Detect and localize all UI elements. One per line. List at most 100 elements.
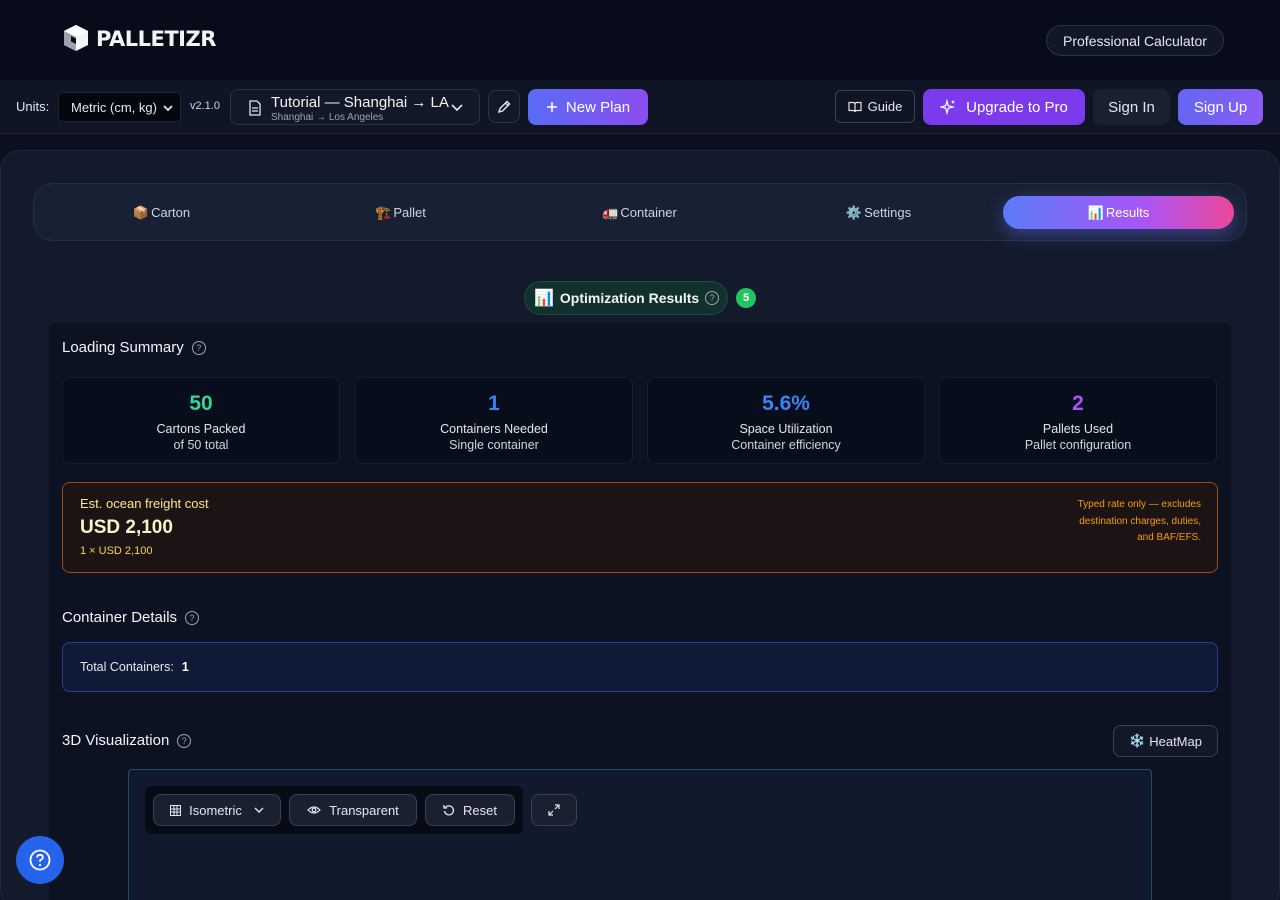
sign-up-button[interactable]: Sign Up <box>1178 89 1263 125</box>
total-containers-label: Total Containers: <box>80 660 174 674</box>
truck-icon: 🚛 <box>602 204 619 220</box>
tab-label: Results <box>1105 205 1150 220</box>
loading-summary-heading: Loading Summary ? <box>62 339 206 356</box>
upgrade-label: Upgrade to Pro <box>966 98 1068 116</box>
tab-label: Container <box>620 205 677 220</box>
new-plan-button[interactable]: New Plan <box>528 89 648 125</box>
visualization-title: 3D Visualization <box>62 732 170 749</box>
professional-calculator-badge[interactable]: Professional Calculator <box>1046 25 1224 56</box>
tab-label: Carton <box>151 205 191 220</box>
upgrade-to-pro-button[interactable]: Upgrade to Pro <box>923 89 1085 125</box>
plus-icon <box>546 102 557 112</box>
tab-carton[interactable]: 📦 Carton <box>46 196 277 229</box>
stat-label: Pallets Used <box>1042 422 1114 436</box>
help-circle-icon <box>29 849 51 871</box>
guide-label: Guide <box>867 99 903 114</box>
sign-in-button[interactable]: Sign In <box>1093 89 1170 125</box>
new-plan-label: New Plan <box>565 98 631 116</box>
bar-chart-icon: 📊 <box>1087 204 1104 220</box>
chevron-down-icon <box>451 104 463 112</box>
freight-cost-panel: Est. ocean freight cost USD 2,100 1 × US… <box>62 482 1218 573</box>
units-label: Units: <box>16 99 50 114</box>
snowflake-icon: ❄️ <box>1129 733 1146 748</box>
total-containers-value: 1 <box>181 660 189 674</box>
brand-logo[interactable]: PALLETIZR <box>62 23 216 55</box>
transparent-toggle[interactable]: Transparent <box>289 794 417 826</box>
stat-sublabel: of 50 total <box>173 438 229 452</box>
help-circle-icon[interactable]: ? <box>185 610 200 625</box>
step-tabs: 📦 Carton 🏗️ Pallet 🚛 Container ⚙️ Settin… <box>33 183 1247 241</box>
tab-label: Pallet <box>393 205 426 220</box>
reset-label: Reset <box>463 802 497 818</box>
stat-value: 5.6% <box>762 392 810 415</box>
grid-icon <box>170 804 182 816</box>
help-fab-button[interactable] <box>16 836 64 884</box>
freight-cost-value: USD 2,100 <box>80 517 173 538</box>
stat-value: 50 <box>189 392 213 415</box>
stat-containers-needed: 1 Containers Needed Single container <box>355 377 633 464</box>
plan-route: Shanghai → Los Angeles <box>271 112 384 123</box>
fullscreen-button[interactable] <box>531 794 577 826</box>
stat-value: 1 <box>488 392 500 415</box>
stat-label: Containers Needed <box>440 422 548 436</box>
pencil-icon <box>497 100 511 113</box>
freight-cost-note: Typed rate only — excludes destination c… <box>1077 499 1201 543</box>
stat-label: Cartons Packed <box>156 422 246 436</box>
optimization-results-title: Optimization Results <box>559 290 700 306</box>
box-icon: 📦 <box>132 204 150 220</box>
crane-icon: 🏗️ <box>375 204 392 220</box>
help-circle-icon[interactable]: ? <box>177 733 192 748</box>
visualization-heading: 3D Visualization ? <box>62 732 192 749</box>
stat-value: 2 <box>1072 392 1084 415</box>
rotate-ccw-icon <box>443 805 455 816</box>
stat-sublabel: Single container <box>449 438 539 452</box>
version-label: v2.1.0 <box>190 100 220 112</box>
tab-label: Settings <box>864 205 912 220</box>
logo-cube-icon <box>64 25 88 51</box>
expand-icon <box>548 804 560 816</box>
view-mode-select[interactable]: Isometric <box>153 794 281 826</box>
help-circle-icon[interactable]: ? <box>191 340 206 355</box>
stat-sublabel: Pallet configuration <box>1024 438 1132 452</box>
total-containers-row: Total Containers: 1 <box>62 642 1218 692</box>
view-mode-value: Isometric <box>189 802 242 818</box>
tab-results[interactable]: 📊 Results <box>1003 196 1234 229</box>
chevron-down-icon <box>163 105 173 112</box>
stat-sublabel: Container efficiency <box>731 438 841 452</box>
sparkles-icon <box>940 99 956 115</box>
reset-view-button[interactable]: Reset <box>425 794 515 826</box>
book-icon <box>848 101 862 112</box>
stat-label: Space Utilization <box>739 422 833 436</box>
results-count-badge: 5 <box>736 288 756 308</box>
eye-icon <box>307 806 322 814</box>
top-header: PALLETIZR Professional Calculator <box>0 0 1280 80</box>
stat-cartons-packed: 50 Cartons Packed of 50 total <box>62 377 340 464</box>
transparent-label: Transparent <box>329 802 399 818</box>
freight-cost-label: Est. ocean freight cost <box>80 496 209 511</box>
heatmap-button[interactable]: ❄️ HeatMap <box>1113 725 1218 757</box>
help-circle-icon[interactable]: ? <box>705 291 720 305</box>
units-select[interactable]: Metric (cm, kg) <box>58 92 181 122</box>
stat-pallets-used: 2 Pallets Used Pallet configuration <box>939 377 1217 464</box>
tab-pallet[interactable]: 🏗️ Pallet <box>285 196 516 229</box>
toolbar: Units: Metric (cm, kg) v2.1.0 Tutorial —… <box>0 80 1280 134</box>
container-details-title: Container Details <box>62 609 178 626</box>
units-select-value: Metric (cm, kg) <box>71 99 157 115</box>
plan-title: Tutorial — Shanghai → LA <box>271 94 449 111</box>
heatmap-label: HeatMap <box>1149 733 1202 749</box>
brand-name: PALLETIZR <box>96 27 216 51</box>
gear-icon: ⚙️ <box>845 204 863 220</box>
edit-plan-button[interactable] <box>488 90 520 123</box>
stat-space-utilization: 5.6% Space Utilization Container efficie… <box>647 377 925 464</box>
plan-selector[interactable]: Tutorial — Shanghai → LA Shanghai → Los … <box>230 89 480 125</box>
chevron-down-icon <box>254 807 264 813</box>
bar-chart-icon: 📊 <box>534 290 554 307</box>
document-icon <box>249 100 261 116</box>
tab-settings[interactable]: ⚙️ Settings <box>763 196 994 229</box>
optimization-results-heading: 📊 Optimization Results ? <box>524 281 728 315</box>
freight-cost-detail: 1 × USD 2,100 <box>80 545 153 557</box>
loading-summary-title: Loading Summary <box>62 339 184 356</box>
guide-button[interactable]: Guide <box>835 90 915 123</box>
tab-container[interactable]: 🚛 Container <box>524 196 755 229</box>
container-details-heading: Container Details ? <box>62 609 200 626</box>
